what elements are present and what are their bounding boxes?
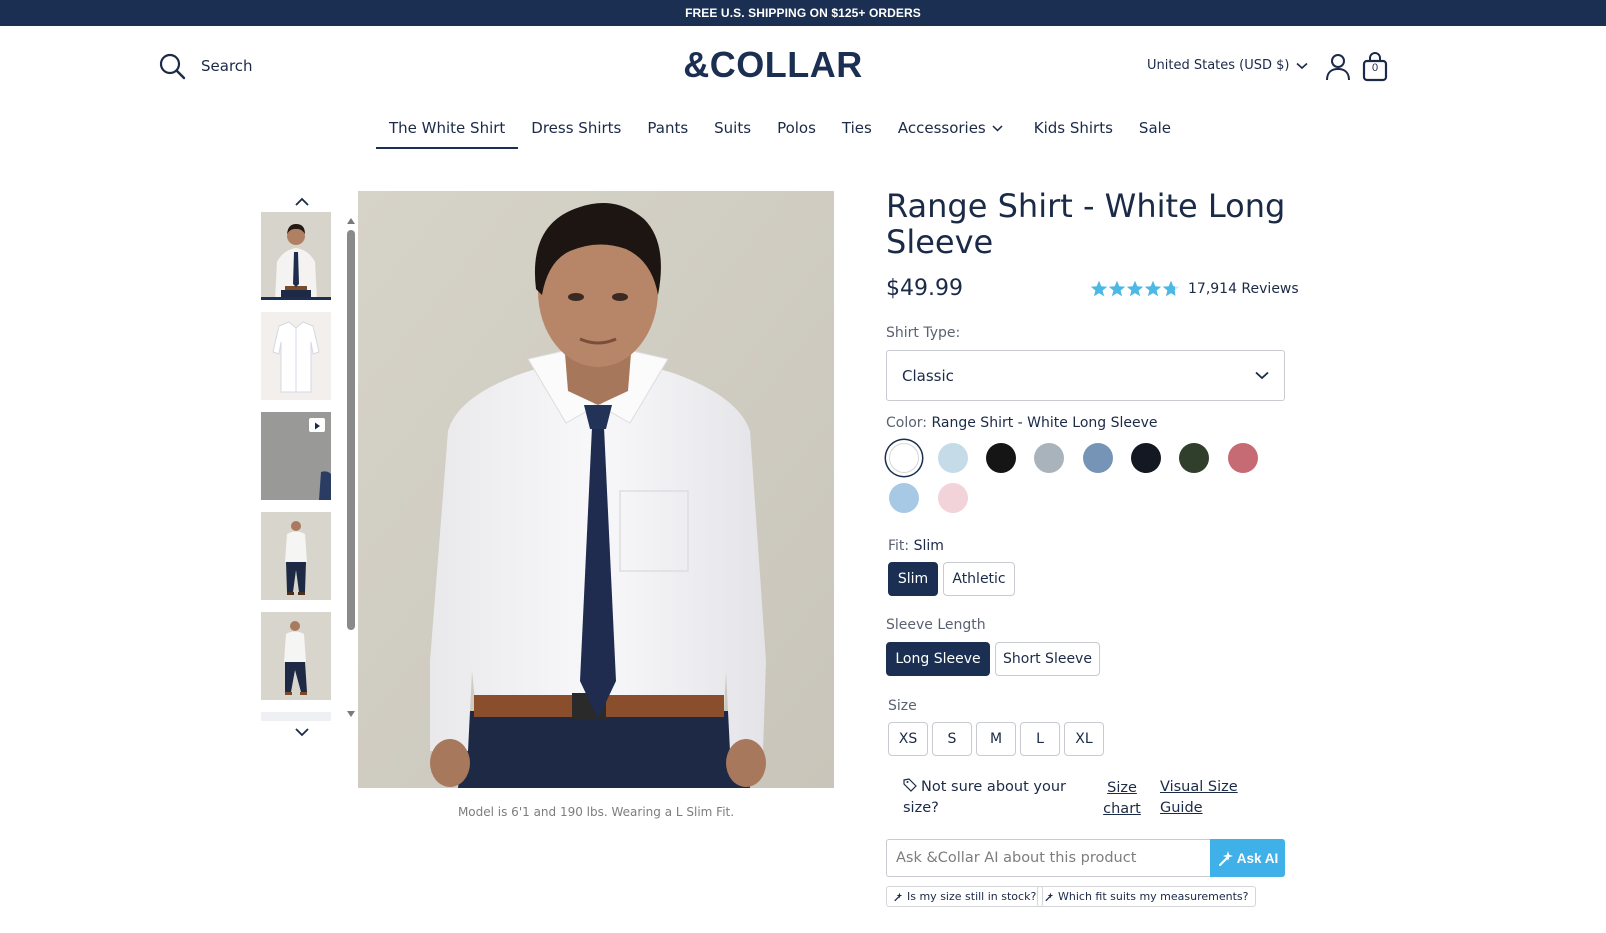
swatch-grey[interactable]	[1034, 443, 1064, 473]
fit-label-text: Fit:	[888, 538, 910, 554]
scroll-up-icon[interactable]	[347, 217, 355, 225]
size-label: Size	[888, 698, 917, 714]
swatch-pink[interactable]	[938, 483, 968, 513]
size-option-xs[interactable]: XS	[888, 722, 928, 756]
nav-item-ties[interactable]: Ties	[829, 117, 885, 149]
nav-item-pants[interactable]: Pants	[634, 117, 701, 149]
thumbnail-scrollbar[interactable]	[345, 216, 357, 720]
nav-item-suits[interactable]: Suits	[701, 117, 764, 149]
product-main-image[interactable]	[358, 191, 834, 788]
color-label: Color: Range Shirt - White Long Sleeve	[886, 415, 1158, 431]
shirt-type-value: Classic	[902, 366, 954, 385]
sleeve-length-label: Sleeve Length	[886, 617, 986, 633]
thumbnail-image	[261, 712, 331, 721]
thumbnail-image	[261, 312, 331, 400]
product-rating[interactable]: 17,914 Reviews	[1090, 280, 1299, 298]
sleeve-option-long[interactable]: Long Sleeve	[886, 642, 990, 676]
size-help-text: Not sure about your size?	[903, 779, 1066, 816]
sparkle-icon	[894, 892, 903, 901]
sparkle-icon	[1218, 850, 1233, 866]
thumbnail-shirt-detail[interactable]	[261, 712, 331, 721]
review-count[interactable]: 17,914 Reviews	[1188, 281, 1299, 297]
swatch-black[interactable]	[986, 443, 1016, 473]
product-photo	[358, 191, 834, 788]
ask-ai-button[interactable]: Ask AI	[1210, 839, 1285, 877]
thumbnail-model-walking[interactable]	[261, 612, 331, 700]
swatch-sky-blue[interactable]	[889, 483, 919, 513]
chevron-down-icon	[1295, 62, 1308, 69]
play-icon	[309, 418, 325, 432]
size-option-m[interactable]: M	[976, 722, 1016, 756]
tag-icon	[903, 778, 917, 792]
fit-value: Slim	[913, 538, 944, 554]
size-chart-link[interactable]: Size chart	[1098, 778, 1146, 820]
logo[interactable]: &COLLAR	[0, 44, 1546, 86]
visual-size-guide-link[interactable]: Visual Size Guide	[1160, 777, 1240, 819]
color-label-text: Color:	[886, 415, 928, 431]
sparkle-icon	[1045, 892, 1054, 901]
scroll-down-icon[interactable]	[347, 710, 355, 718]
fit-label: Fit: Slim	[888, 538, 944, 554]
chevron-down-icon	[1255, 371, 1269, 380]
size-option-xl[interactable]: XL	[1064, 722, 1104, 756]
swatch-white[interactable]	[889, 443, 919, 473]
thumbnail-model-front[interactable]	[261, 212, 331, 300]
nav-item-polos[interactable]: Polos	[764, 117, 829, 149]
thumbnail-next-icon[interactable]	[292, 725, 312, 739]
suggestion-chip-stock[interactable]: Is my size still in stock?	[886, 886, 1044, 907]
thumbnail-list	[261, 212, 331, 721]
swatch-rose[interactable]	[1228, 443, 1258, 473]
ask-ai-input[interactable]: Ask &Collar AI about this product	[886, 839, 1211, 877]
size-help: Not sure about your size?	[903, 777, 1093, 819]
swatch-blue[interactable]	[1083, 443, 1113, 473]
region-selector[interactable]: United States (USD $)	[1147, 58, 1308, 73]
nav-item-accessories[interactable]: Accessories	[885, 117, 1021, 149]
cart-count: 0	[1371, 62, 1379, 74]
chevron-down-icon	[992, 125, 1003, 132]
thumbnail-video[interactable]	[261, 412, 331, 500]
swatch-navy[interactable]	[1131, 443, 1161, 473]
size-option-l[interactable]: L	[1020, 722, 1060, 756]
nav-item-kids-shirts[interactable]: Kids Shirts	[1021, 117, 1126, 149]
region-label: United States (USD $)	[1147, 58, 1290, 73]
nav-item-sale[interactable]: Sale	[1126, 117, 1184, 149]
size-option-s[interactable]: S	[932, 722, 972, 756]
shirt-type-label: Shirt Type:	[886, 325, 961, 341]
color-value: Range Shirt - White Long Sleeve	[931, 415, 1158, 431]
sleeve-option-short[interactable]: Short Sleeve	[995, 642, 1100, 676]
main-nav: The White Shirt Dress Shirts Pants Suits…	[376, 117, 1184, 151]
suggestion-text: Which fit suits my measurements?	[1058, 890, 1249, 903]
shirt-type-select[interactable]: Classic	[886, 350, 1285, 401]
star-rating-icon	[1090, 280, 1180, 297]
ask-ai-label: Ask AI	[1236, 850, 1279, 866]
swatch-green[interactable]	[1179, 443, 1209, 473]
thumbnail-shirt-flat[interactable]	[261, 312, 331, 400]
model-caption: Model is 6'1 and 190 lbs. Wearing a L Sl…	[457, 805, 735, 819]
suggestion-chip-fit[interactable]: Which fit suits my measurements?	[1037, 886, 1256, 907]
scrollbar-thumb[interactable]	[347, 230, 355, 630]
thumbnail-prev-icon[interactable]	[292, 194, 312, 208]
fit-option-athletic[interactable]: Athletic	[943, 562, 1015, 596]
thumbnail-image	[261, 512, 331, 600]
account-icon[interactable]	[1325, 53, 1351, 81]
fit-option-slim[interactable]: Slim	[888, 562, 938, 596]
announcement-bar: FREE U.S. SHIPPING ON $125+ ORDERS	[0, 0, 1606, 26]
suggestion-text: Is my size still in stock?	[907, 890, 1037, 903]
nav-item-accessories-label: Accessories	[897, 119, 986, 137]
thumbnail-image	[261, 612, 331, 700]
product-price: $49.99	[886, 276, 963, 301]
thumbnail-image	[261, 212, 331, 297]
nav-item-dress-shirts[interactable]: Dress Shirts	[518, 117, 634, 149]
product-title: Range Shirt - White Long Sleeve	[886, 187, 1286, 261]
nav-item-the-white-shirt[interactable]: The White Shirt	[376, 117, 519, 149]
swatch-light-blue[interactable]	[938, 443, 968, 473]
thumbnail-model-full[interactable]	[261, 512, 331, 600]
